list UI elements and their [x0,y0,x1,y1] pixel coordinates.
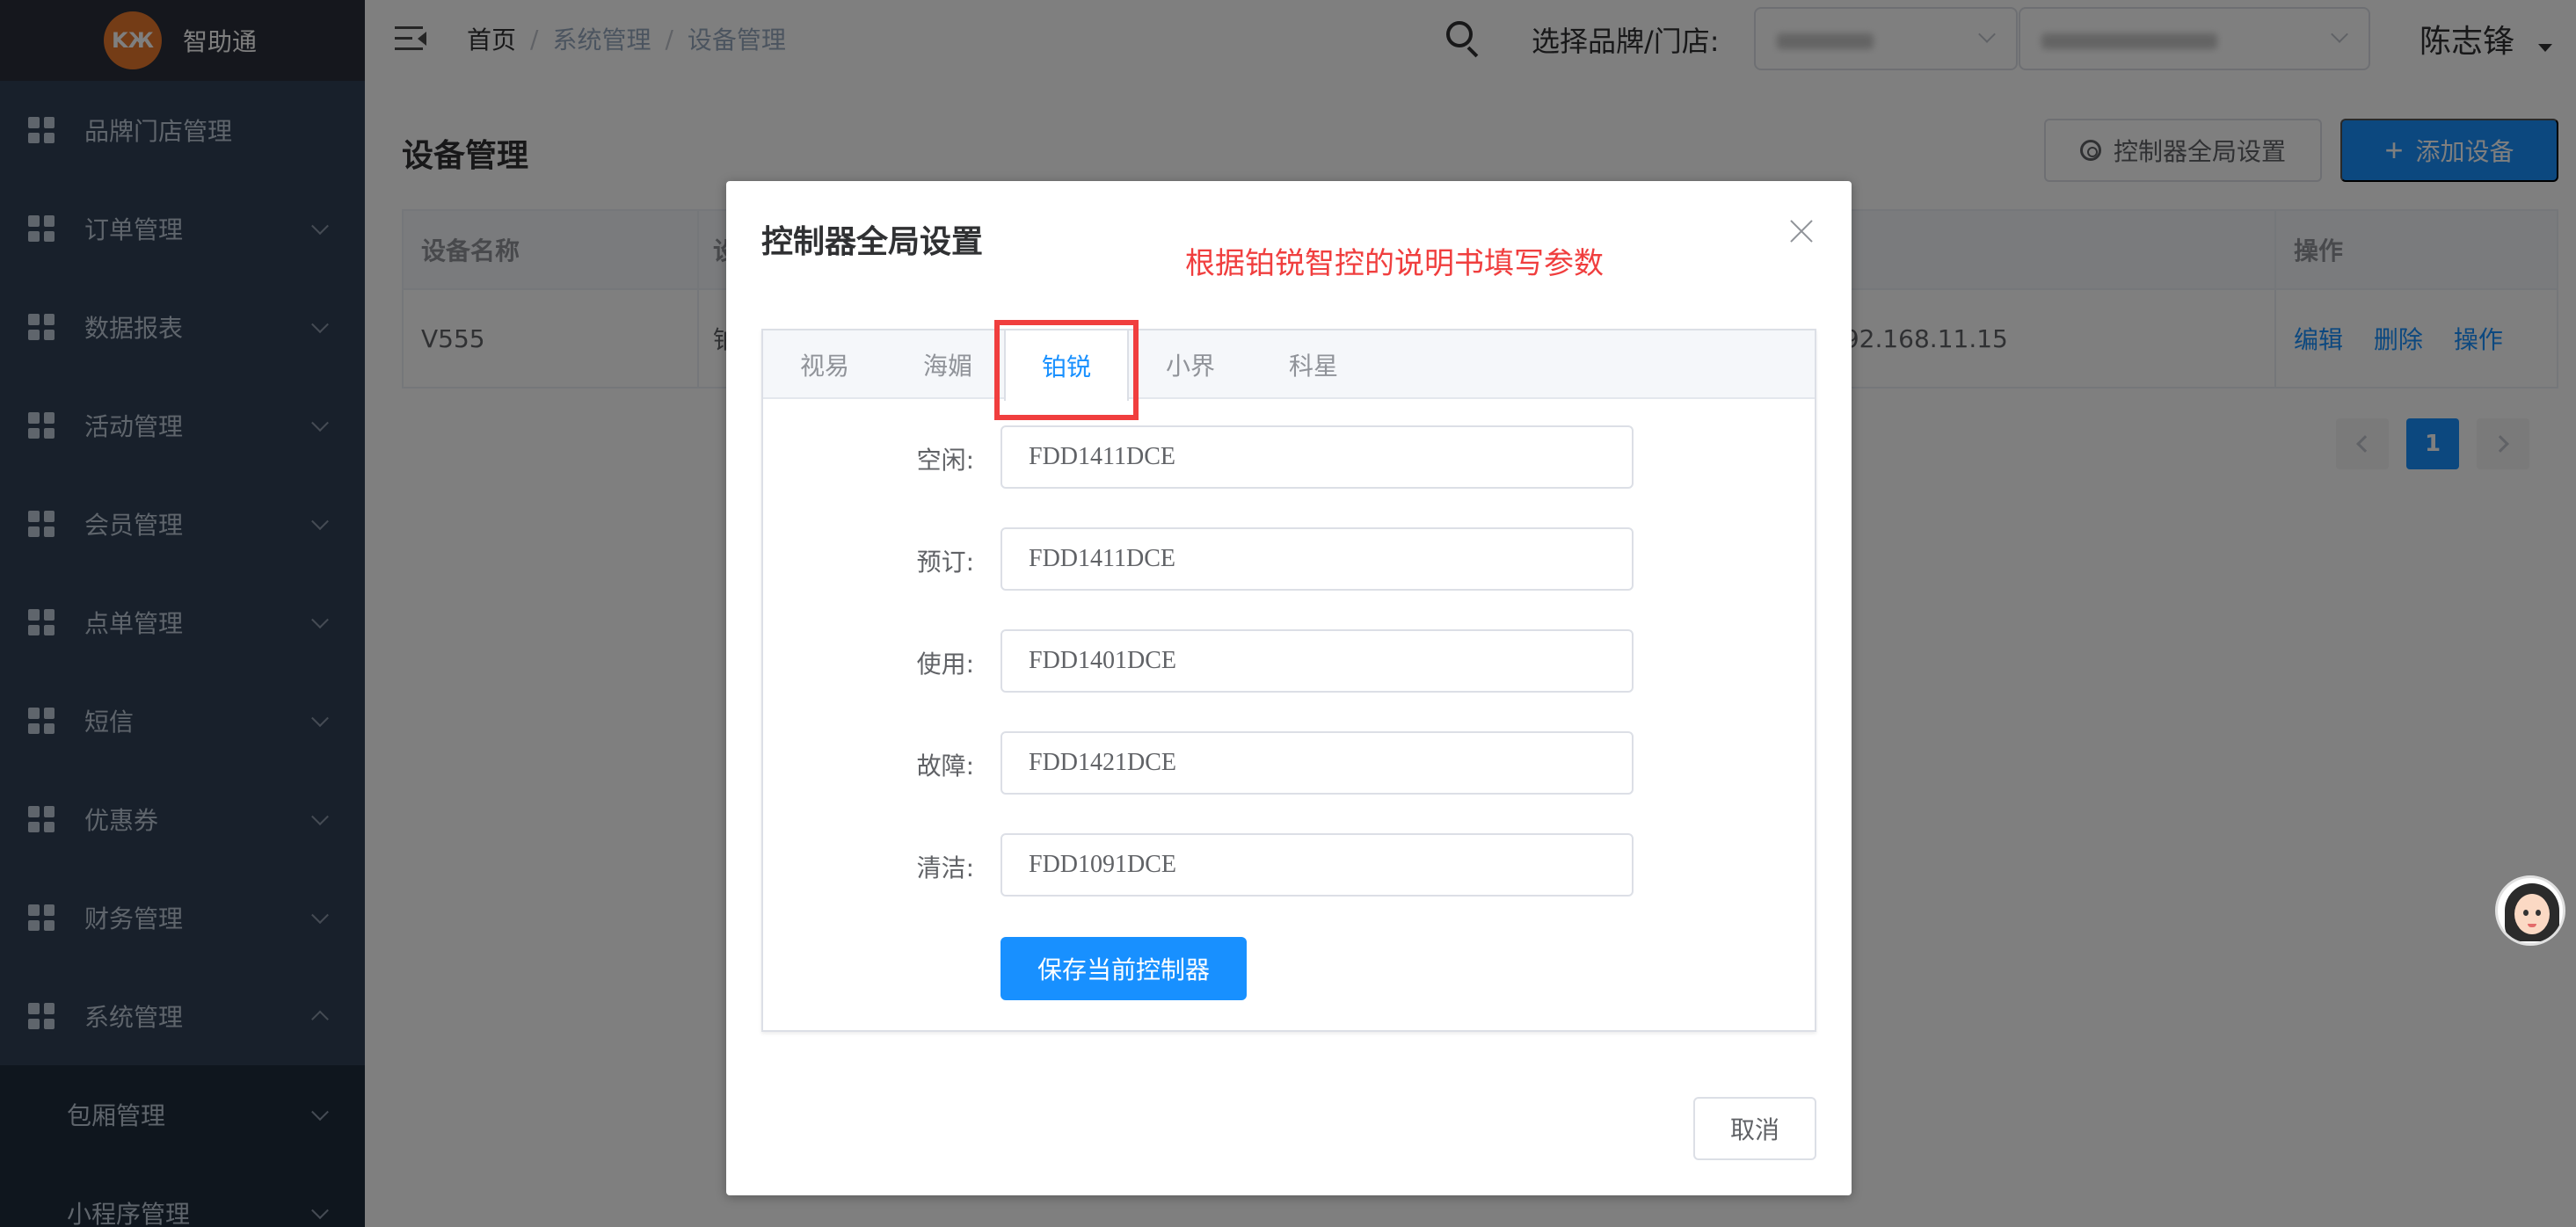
form-row-reserved: 预订: [763,527,1815,591]
form-row-in-use: 使用: [763,629,1815,693]
cleaning-code-input[interactable] [1001,833,1634,897]
field-label: 故障: [916,751,974,780]
form-row-cleaning: 清洁: [763,833,1815,897]
tab-shiyi[interactable]: 视易 [763,330,886,399]
tab-kexing[interactable]: 科星 [1252,330,1375,399]
close-icon[interactable] [1786,216,1816,246]
save-controller-button[interactable]: 保存当前控制器 [1001,937,1247,1000]
idle-code-input[interactable] [1001,425,1634,489]
tab-haimei[interactable]: 海媚 [886,330,1009,399]
tab-xiaojie[interactable]: 小界 [1129,330,1252,399]
dialog-title: 控制器全局设置 [761,224,984,260]
cancel-button[interactable]: 取消 [1693,1097,1816,1160]
avatar-eye [2523,910,2529,916]
global-settings-dialog: 控制器全局设置 根据铂锐智控的说明书填写参数 视易 海媚 铂锐 小界 科星 空闲… [726,181,1852,1195]
reserved-code-input[interactable] [1001,527,1634,591]
annotation-note: 根据铂锐智控的说明书填写参数 [1185,246,1604,281]
controller-tabs: 视易 海媚 铂锐 小界 科星 空闲: 预订: 使用: 故障: 清洁: 保存当前控… [761,320,1816,1032]
field-label: 空闲: [916,446,974,475]
field-label: 清洁: [916,853,974,882]
tab-borui[interactable]: 铂锐 [1004,330,1129,401]
support-avatar[interactable] [2495,875,2565,946]
avatar-eye [2536,910,2541,916]
in-use-code-input[interactable] [1001,629,1634,693]
form-row-idle: 空闲: [763,425,1815,489]
tab-bar: 视易 海媚 铂锐 小界 科星 [763,320,1815,420]
form-row-fault: 故障: [763,731,1815,795]
field-label: 预订: [916,548,974,577]
fault-code-input[interactable] [1001,731,1634,795]
field-label: 使用: [916,650,974,679]
avatar-face [2514,894,2550,934]
